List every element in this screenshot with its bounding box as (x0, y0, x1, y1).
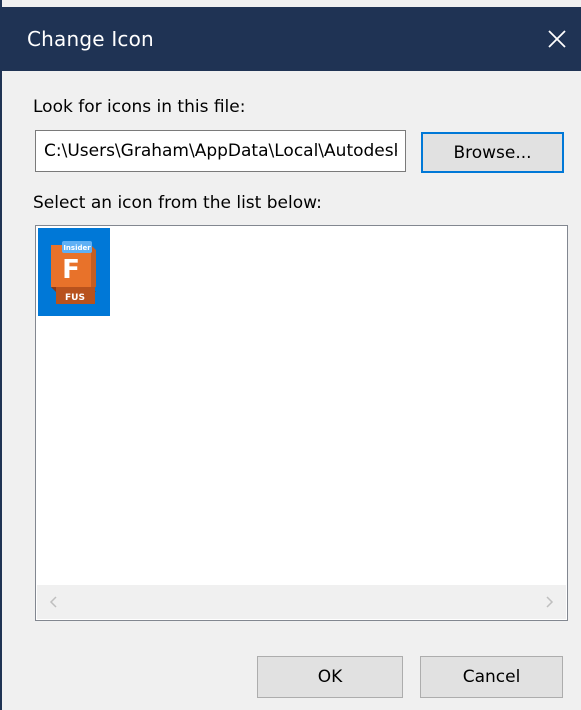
title-bar: Change Icon (2, 7, 581, 71)
chevron-left-icon (49, 596, 57, 608)
fusion-app-icon: Insider F FUS (51, 241, 96, 304)
scroll-right-button[interactable] (532, 585, 566, 619)
browse-button[interactable]: Browse... (421, 132, 564, 173)
close-icon (548, 30, 566, 48)
icon-letter: F (62, 255, 80, 285)
icon-badge-text: Insider (63, 244, 91, 252)
change-icon-dialog: Change Icon Look for icons in this file:… (0, 0, 581, 710)
ok-button[interactable]: OK (257, 656, 403, 698)
icon-file-path-input[interactable] (35, 130, 406, 172)
dialog-title: Change Icon (27, 27, 154, 51)
icon-list-label: Select an icon from the list below: (33, 193, 322, 213)
cancel-button[interactable]: Cancel (420, 656, 563, 698)
horizontal-scrollbar[interactable] (37, 585, 566, 619)
icon-list-item[interactable]: Insider F FUS (38, 228, 110, 316)
icon-list[interactable]: Insider F FUS (35, 225, 568, 621)
close-button[interactable] (531, 7, 581, 71)
icon-caption: FUS (65, 293, 85, 303)
chevron-right-icon (546, 596, 554, 608)
scroll-left-button[interactable] (37, 585, 71, 619)
file-label: Look for icons in this file: (33, 97, 246, 117)
